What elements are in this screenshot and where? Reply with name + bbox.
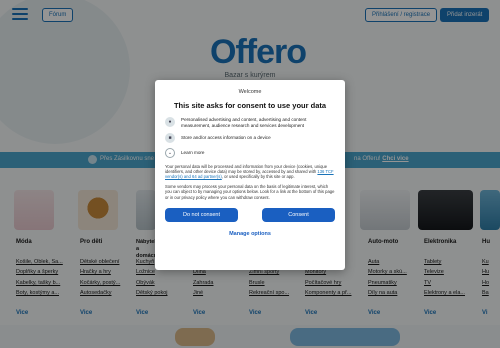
consent-button[interactable]: Consent: [262, 208, 335, 223]
learn-more-toggle[interactable]: ⌄ Learn more: [165, 147, 335, 158]
do-not-consent-button[interactable]: Do not consent: [165, 208, 238, 223]
person-icon: ●: [165, 117, 175, 127]
consent-purpose: ■ Store and/or access information on a d…: [165, 132, 335, 143]
consent-paragraph-text: Your personal data will be processed and…: [165, 163, 328, 174]
learn-more-label: Learn more: [181, 150, 205, 156]
purpose-text: Store and/or access information on a dev…: [181, 134, 271, 140]
consent-purpose: ● Personalised advertising and content, …: [165, 117, 335, 129]
consent-title: This site asks for consent to use your d…: [173, 101, 327, 110]
consent-buttons: Do not consent Consent: [165, 208, 335, 223]
consent-dialog: Welcome This site asks for consent to us…: [155, 80, 345, 270]
purpose-text: Personalised advertising and content, ad…: [181, 117, 307, 128]
consent-welcome: Welcome: [238, 89, 262, 95]
consent-paragraph: Your personal data will be processed and…: [165, 164, 335, 180]
consent-paragraph-text: , or used specifically by this site or a…: [221, 174, 295, 180]
manage-options-link[interactable]: Manage options: [165, 231, 335, 237]
chevron-down-icon: ⌄: [165, 147, 175, 158]
device-icon: ■: [165, 132, 175, 143]
consent-paragraph: Some vendors may process your personal d…: [165, 183, 335, 200]
